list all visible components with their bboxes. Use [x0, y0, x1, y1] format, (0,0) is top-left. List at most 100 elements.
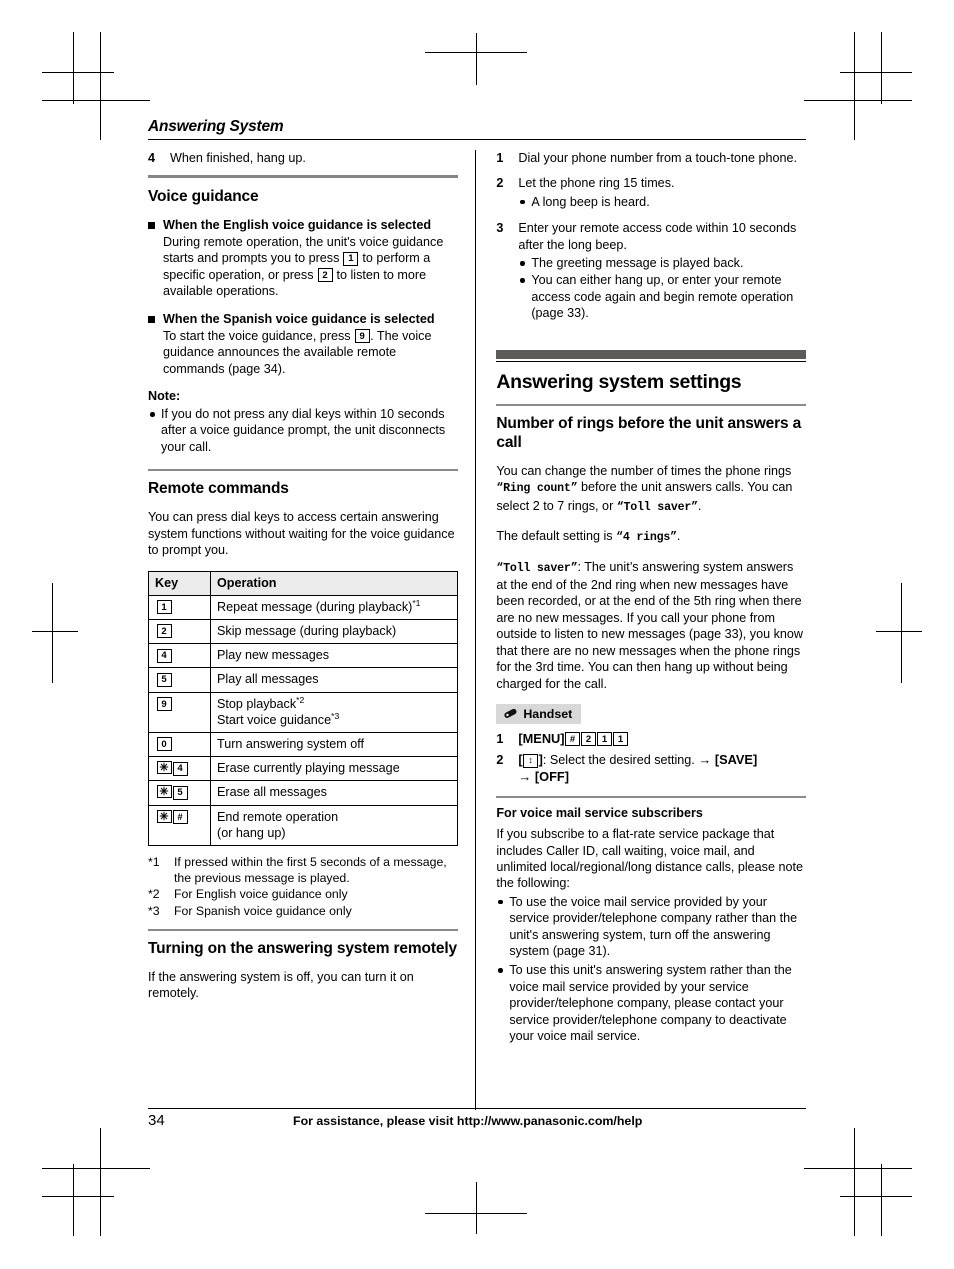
key-glyph: 5 [156, 672, 172, 687]
step-text: Enter your remote access code within 10 … [518, 221, 797, 252]
key-glyph: 9 [156, 697, 172, 712]
table-row: 1 Repeat message (during playback)*1 [148, 594, 458, 620]
table-row: 9 Stop playback*2 Start voice guidance*3 [148, 691, 458, 733]
text-part: : The unit’s answering system answers at… [496, 559, 803, 691]
table-footnotes: *1 If pressed within the first 5 seconds… [148, 854, 458, 919]
column-gap [468, 150, 476, 1110]
softkey-off[interactable]: [OFF] [535, 769, 569, 784]
rings-paragraph-1: You can change the number of times the p… [496, 463, 806, 516]
footnote-ref: *2 [296, 694, 305, 705]
registration-mark-left-h [32, 631, 78, 632]
footnote-row: *1 If pressed within the first 5 seconds… [148, 854, 458, 886]
crop-mark-top-left-h [42, 100, 150, 101]
key-cell: 4 [148, 643, 211, 669]
block-body: To start the voice guidance, press 9. Th… [148, 328, 458, 377]
softkey-save[interactable]: [SAVE] [715, 752, 757, 767]
key-glyph-hash: # [172, 810, 188, 825]
footnote-row: *3 For Spanish voice guidance only [148, 903, 458, 919]
step-body: [↕]: Select the desired setting. → [SAVE… [518, 752, 806, 785]
left-column: 4 When finished, hang up. Voice guidance… [148, 150, 468, 1110]
handset-badge: Handset [496, 703, 582, 724]
footnote-mark: *1 [148, 854, 160, 869]
footer-rule [148, 1108, 806, 1109]
operation-text: Turn answering system off [217, 736, 364, 751]
key-glyph: 0 [156, 737, 172, 752]
key-glyph-2: 2 [581, 732, 597, 747]
assistance-note: For assistance, please visit http://www.… [293, 1114, 643, 1128]
text-part: You can change the number of times the p… [496, 464, 792, 479]
rings-paragraph-2: The default setting is “4 rings”. [496, 528, 806, 546]
operation-cell: Turn answering system off [210, 731, 458, 758]
note-list: If you do not press any dial keys within… [148, 406, 458, 455]
turning-on-body: If the answering system is off, you can … [148, 969, 414, 1001]
operation-text-2: Start voice guidance [217, 712, 332, 727]
section-bar [496, 349, 806, 359]
block-heading: When the Spanish voice guidance is selec… [148, 311, 458, 327]
table-header-operation: Operation [210, 570, 458, 596]
voice-mail-bullets: To use the voice mail service provided b… [496, 894, 806, 1045]
step-number: 1 [496, 731, 504, 746]
key-cell: ✳ # [148, 804, 211, 846]
crop-mark-top-left-h2 [42, 72, 114, 73]
running-head: Answering System [148, 118, 284, 135]
mono-ring-count: “Ring count” [496, 482, 578, 496]
operation-text: Repeat message (during playback) [217, 599, 413, 614]
operation-cell: Skip message (during playback) [210, 618, 458, 645]
key-glyph-2: 2 [317, 268, 333, 283]
table-row: 2 Skip message (during playback) [148, 618, 458, 645]
operation-cell: Play all messages [210, 667, 458, 693]
mono-4-rings: “4 rings” [616, 531, 677, 545]
operation-text-2: (or hang up) [217, 825, 286, 840]
step-bullets: The greeting message is played back. You… [518, 255, 806, 322]
key-glyph-1: 1 [597, 732, 613, 747]
key-cell: 2 [148, 618, 211, 645]
crop-mark-bottom-left-v2 [73, 1164, 74, 1236]
bullet-item: To use the voice mail service provided b… [496, 894, 806, 960]
key-cell: 5 [148, 667, 211, 693]
step-2: 2 Let the phone ring 15 times. A long be… [496, 175, 806, 211]
up-down-arrow-icon: ↕ [523, 753, 539, 768]
key-glyph: 2 [156, 624, 172, 639]
table-row: ✳ 4 Erase currently playing message [148, 756, 458, 782]
operation-text: End remote operation [217, 809, 339, 824]
crop-mark-top-right-v [854, 32, 855, 140]
heading-number-of-rings: Number of rings before the unit answers … [496, 415, 802, 452]
table-row: ✳ 5 Erase all messages [148, 780, 458, 806]
heading-voice-mail-subscribers: For voice mail service subscribers [496, 806, 703, 821]
section-bar-underline [496, 360, 806, 363]
text-part: . [697, 498, 702, 513]
step-text: When finished, hang up. [170, 151, 306, 165]
bullet-item: To use this unit's answering system rath… [496, 962, 806, 1044]
proc-step-1: 1 [MENU] #2 1 1 [496, 731, 806, 747]
key-glyph: 4 [156, 648, 172, 663]
block-body: During remote operation, the unit's voic… [148, 234, 458, 300]
bullet-item: You can either hang up, or enter your re… [518, 272, 806, 321]
footnote-ref-2: *3 [331, 710, 340, 721]
operation-text: Erase all messages [217, 785, 327, 800]
crop-mark-bottom-right-h2 [840, 1196, 912, 1197]
footnote-mark: *3 [148, 903, 160, 918]
crop-mark-bottom-left-h2 [42, 1196, 114, 1197]
crop-mark-bottom-right-v [854, 1128, 855, 1236]
section-rule [496, 404, 806, 407]
step-4: 4 When finished, hang up. [148, 150, 458, 166]
operation-cell: Erase currently playing message [210, 756, 458, 782]
running-head-rule [148, 139, 806, 140]
crop-mark-bottom-right-h [804, 1168, 912, 1169]
arrow-icon: → [518, 768, 532, 784]
section-rule [148, 175, 458, 179]
softkey-menu[interactable]: [MENU] [518, 731, 564, 746]
crop-mark-bottom-left-v [100, 1128, 101, 1236]
handset-icon [503, 708, 518, 719]
heading-voice-guidance: Voice guidance [148, 188, 259, 206]
block-spanish-voice-guidance: When the Spanish voice guidance is selec… [148, 311, 458, 377]
operation-text: Erase currently playing message [217, 761, 400, 776]
page-content: Answering System 4 When finished, hang u… [148, 118, 806, 1138]
block-heading: When the English voice guidance is selec… [148, 217, 458, 233]
note-item: If you do not press any dial keys within… [148, 406, 458, 455]
registration-mark-left-v [52, 583, 53, 683]
page-number: 34 [148, 1112, 165, 1129]
step-number: 4 [148, 151, 156, 165]
registration-mark-bottom-v [476, 1182, 477, 1234]
